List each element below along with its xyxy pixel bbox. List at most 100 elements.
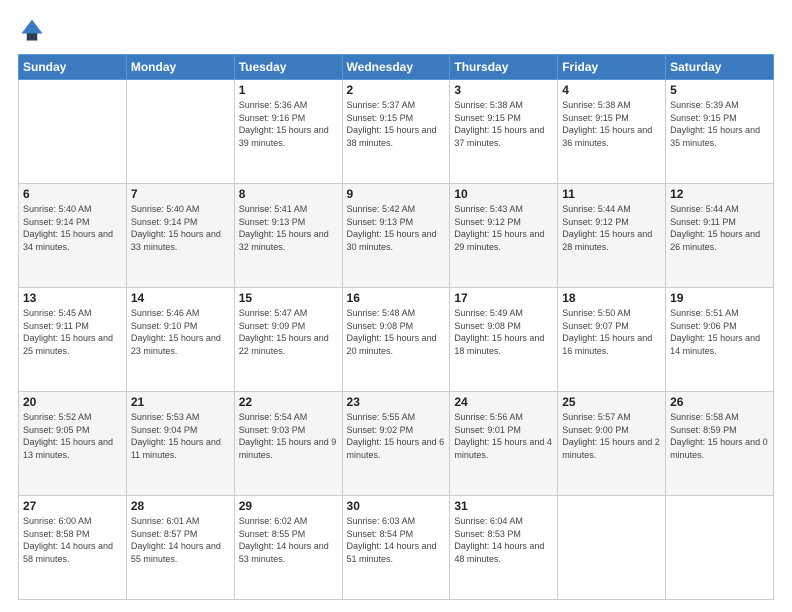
day-number: 27	[23, 499, 122, 513]
day-number: 19	[670, 291, 769, 305]
day-number: 10	[454, 187, 553, 201]
day-info: Sunrise: 5:50 AMSunset: 9:07 PMDaylight:…	[562, 307, 661, 357]
calendar-cell: 18 Sunrise: 5:50 AMSunset: 9:07 PMDayligh…	[558, 288, 666, 392]
calendar-cell: 17 Sunrise: 5:49 AMSunset: 9:08 PMDayligh…	[450, 288, 558, 392]
day-info: Sunrise: 5:57 AMSunset: 9:00 PMDaylight:…	[562, 411, 661, 461]
day-number: 30	[347, 499, 446, 513]
day-info: Sunrise: 5:45 AMSunset: 9:11 PMDaylight:…	[23, 307, 122, 357]
day-info: Sunrise: 5:52 AMSunset: 9:05 PMDaylight:…	[23, 411, 122, 461]
calendar-cell: 28 Sunrise: 6:01 AMSunset: 8:57 PMDayligh…	[126, 496, 234, 600]
day-number: 11	[562, 187, 661, 201]
weekday-header-row: SundayMondayTuesdayWednesdayThursdayFrid…	[19, 55, 774, 80]
calendar-cell: 27 Sunrise: 6:00 AMSunset: 8:58 PMDayligh…	[19, 496, 127, 600]
calendar-cell: 5 Sunrise: 5:39 AMSunset: 9:15 PMDaylight…	[666, 80, 774, 184]
week-row-2: 6 Sunrise: 5:40 AMSunset: 9:14 PMDaylight…	[19, 184, 774, 288]
day-info: Sunrise: 5:56 AMSunset: 9:01 PMDaylight:…	[454, 411, 553, 461]
weekday-header-friday: Friday	[558, 55, 666, 80]
calendar-cell: 9 Sunrise: 5:42 AMSunset: 9:13 PMDaylight…	[342, 184, 450, 288]
calendar-cell: 30 Sunrise: 6:03 AMSunset: 8:54 PMDayligh…	[342, 496, 450, 600]
day-info: Sunrise: 5:54 AMSunset: 9:03 PMDaylight:…	[239, 411, 338, 461]
day-info: Sunrise: 5:44 AMSunset: 9:11 PMDaylight:…	[670, 203, 769, 253]
week-row-3: 13 Sunrise: 5:45 AMSunset: 9:11 PMDayligh…	[19, 288, 774, 392]
day-info: Sunrise: 6:03 AMSunset: 8:54 PMDaylight:…	[347, 515, 446, 565]
day-info: Sunrise: 5:51 AMSunset: 9:06 PMDaylight:…	[670, 307, 769, 357]
day-number: 24	[454, 395, 553, 409]
calendar-cell	[19, 80, 127, 184]
day-number: 23	[347, 395, 446, 409]
calendar-cell: 25 Sunrise: 5:57 AMSunset: 9:00 PMDayligh…	[558, 392, 666, 496]
day-info: Sunrise: 5:47 AMSunset: 9:09 PMDaylight:…	[239, 307, 338, 357]
day-info: Sunrise: 5:38 AMSunset: 9:15 PMDaylight:…	[562, 99, 661, 149]
day-info: Sunrise: 6:00 AMSunset: 8:58 PMDaylight:…	[23, 515, 122, 565]
calendar-cell: 15Sunrise: 5:47 AMSunset: 9:09 PMDayligh…	[234, 288, 342, 392]
day-info: Sunrise: 5:55 AMSunset: 9:02 PMDaylight:…	[347, 411, 446, 461]
calendar-cell: 4Sunrise: 5:38 AMSunset: 9:15 PMDaylight…	[558, 80, 666, 184]
day-number: 21	[131, 395, 230, 409]
calendar-cell: 2Sunrise: 5:37 AMSunset: 9:15 PMDaylight…	[342, 80, 450, 184]
calendar-cell: 12 Sunrise: 5:44 AMSunset: 9:11 PMDayligh…	[666, 184, 774, 288]
calendar-cell: 10Sunrise: 5:43 AMSunset: 9:12 PMDayligh…	[450, 184, 558, 288]
day-info: Sunrise: 5:44 AMSunset: 9:12 PMDaylight:…	[562, 203, 661, 253]
calendar-cell: 1 Sunrise: 5:36 AMSunset: 9:16 PMDaylight…	[234, 80, 342, 184]
day-info: Sunrise: 5:58 AMSunset: 8:59 PMDaylight:…	[670, 411, 769, 461]
day-info: Sunrise: 6:04 AMSunset: 8:53 PMDaylight:…	[454, 515, 553, 565]
calendar-cell: 11 Sunrise: 5:44 AMSunset: 9:12 PMDayligh…	[558, 184, 666, 288]
day-number: 16	[347, 291, 446, 305]
calendar-cell: 16 Sunrise: 5:48 AMSunset: 9:08 PMDayligh…	[342, 288, 450, 392]
day-info: Sunrise: 5:48 AMSunset: 9:08 PMDaylight:…	[347, 307, 446, 357]
day-info: Sunrise: 5:40 AMSunset: 9:14 PMDaylight:…	[23, 203, 122, 253]
day-info: Sunrise: 6:01 AMSunset: 8:57 PMDaylight:…	[131, 515, 230, 565]
day-number: 3	[454, 83, 553, 97]
logo	[18, 16, 52, 44]
calendar-cell: 29Sunrise: 6:02 AMSunset: 8:55 PMDayligh…	[234, 496, 342, 600]
day-number: 20	[23, 395, 122, 409]
weekday-header-wednesday: Wednesday	[342, 55, 450, 80]
weekday-header-monday: Monday	[126, 55, 234, 80]
calendar-cell: 31Sunrise: 6:04 AMSunset: 8:53 PMDayligh…	[450, 496, 558, 600]
day-number: 6	[23, 187, 122, 201]
calendar-cell: 7 Sunrise: 5:40 AMSunset: 9:14 PMDaylight…	[126, 184, 234, 288]
day-number: 13	[23, 291, 122, 305]
day-number: 26	[670, 395, 769, 409]
day-number: 22	[239, 395, 338, 409]
calendar-table: SundayMondayTuesdayWednesdayThursdayFrid…	[18, 54, 774, 600]
day-info: Sunrise: 6:02 AMSunset: 8:55 PMDaylight:…	[239, 515, 338, 565]
day-number: 9	[347, 187, 446, 201]
day-info: Sunrise: 5:39 AMSunset: 9:15 PMDaylight:…	[670, 99, 769, 149]
calendar-cell: 26 Sunrise: 5:58 AMSunset: 8:59 PMDayligh…	[666, 392, 774, 496]
calendar-cell: 19 Sunrise: 5:51 AMSunset: 9:06 PMDayligh…	[666, 288, 774, 392]
calendar-cell	[666, 496, 774, 600]
day-info: Sunrise: 5:42 AMSunset: 9:13 PMDaylight:…	[347, 203, 446, 253]
day-number: 12	[670, 187, 769, 201]
calendar-cell: 6 Sunrise: 5:40 AMSunset: 9:14 PMDaylight…	[19, 184, 127, 288]
day-info: Sunrise: 5:46 AMSunset: 9:10 PMDaylight:…	[131, 307, 230, 357]
calendar-cell: 22 Sunrise: 5:54 AMSunset: 9:03 PMDayligh…	[234, 392, 342, 496]
day-info: Sunrise: 5:40 AMSunset: 9:14 PMDaylight:…	[131, 203, 230, 253]
day-number: 17	[454, 291, 553, 305]
day-info: Sunrise: 5:36 AMSunset: 9:16 PMDaylight:…	[239, 99, 338, 149]
page: SundayMondayTuesdayWednesdayThursdayFrid…	[0, 0, 792, 612]
day-info: Sunrise: 5:53 AMSunset: 9:04 PMDaylight:…	[131, 411, 230, 461]
day-info: Sunrise: 5:37 AMSunset: 9:15 PMDaylight:…	[347, 99, 446, 149]
calendar-cell: 13 Sunrise: 5:45 AMSunset: 9:11 PMDayligh…	[19, 288, 127, 392]
calendar-cell: 14 Sunrise: 5:46 AMSunset: 9:10 PMDayligh…	[126, 288, 234, 392]
day-info: Sunrise: 5:41 AMSunset: 9:13 PMDaylight:…	[239, 203, 338, 253]
day-number: 1	[239, 83, 338, 97]
calendar-cell	[558, 496, 666, 600]
weekday-header-thursday: Thursday	[450, 55, 558, 80]
day-number: 8	[239, 187, 338, 201]
day-number: 18	[562, 291, 661, 305]
calendar-cell: 24 Sunrise: 5:56 AMSunset: 9:01 PMDayligh…	[450, 392, 558, 496]
header	[18, 16, 774, 44]
day-info: Sunrise: 5:38 AMSunset: 9:15 PMDaylight:…	[454, 99, 553, 149]
logo-icon	[18, 16, 46, 44]
day-number: 28	[131, 499, 230, 513]
day-number: 14	[131, 291, 230, 305]
day-number: 25	[562, 395, 661, 409]
weekday-header-sunday: Sunday	[19, 55, 127, 80]
day-info: Sunrise: 5:49 AMSunset: 9:08 PMDaylight:…	[454, 307, 553, 357]
calendar-cell: 3 Sunrise: 5:38 AMSunset: 9:15 PMDaylight…	[450, 80, 558, 184]
week-row-1: 1 Sunrise: 5:36 AMSunset: 9:16 PMDaylight…	[19, 80, 774, 184]
day-number: 5	[670, 83, 769, 97]
day-number: 7	[131, 187, 230, 201]
